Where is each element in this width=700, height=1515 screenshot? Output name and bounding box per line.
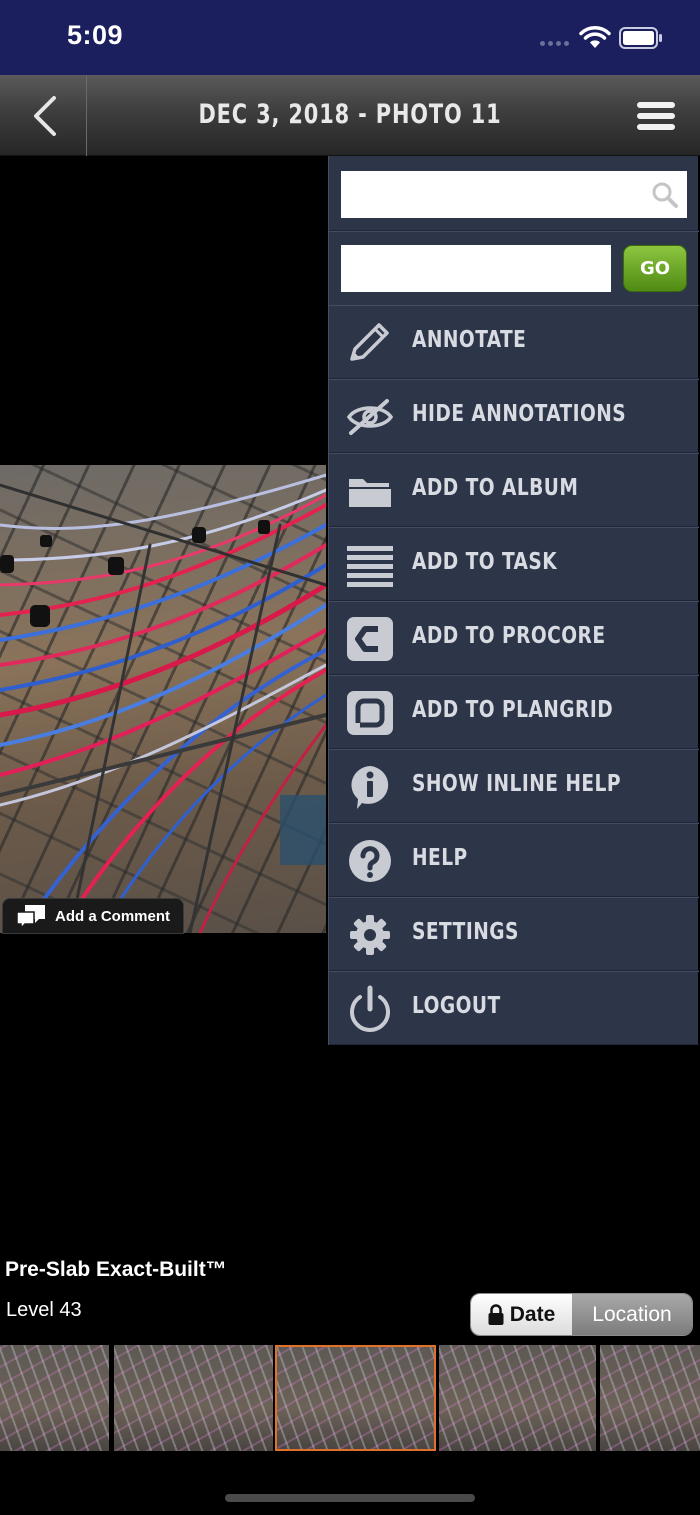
menu-item-label: ADD TO PROCORE	[412, 623, 606, 649]
battery-icon	[619, 27, 662, 49]
menu-item-settings[interactable]: SETTINGS	[329, 897, 699, 971]
cellular-signal-icon	[540, 41, 569, 46]
menu-item-label: ANNOTATE	[412, 327, 527, 353]
menu-item-help[interactable]: HELP	[329, 823, 699, 897]
status-bar: 5:09	[0, 0, 700, 75]
photo-set-level: Level 43	[6, 1299, 82, 1321]
thumbnail-strip[interactable]	[0, 1345, 700, 1451]
conduit-photo	[0, 473, 326, 933]
home-indicator[interactable]	[225, 1494, 475, 1502]
sort-date-button[interactable]: Date	[471, 1294, 572, 1335]
menu-item-label: ADD TO ALBUM	[412, 475, 579, 501]
search-icon	[652, 182, 678, 208]
menu-item-hide-annotations[interactable]: HIDE ANNOTATIONS	[329, 379, 699, 453]
menu-item-add-to-album[interactable]: ADD TO ALBUM	[329, 453, 699, 527]
menu-item-label: SHOW INLINE HELP	[412, 771, 621, 797]
add-comment-button[interactable]: Add a Comment	[2, 898, 184, 934]
menu-item-label: LOGOUT	[412, 993, 501, 1019]
lock-icon	[488, 1303, 504, 1325]
photo-thumbnail[interactable]	[0, 1345, 109, 1451]
photo-set-title: Pre-Slab Exact-Built™	[5, 1258, 227, 1281]
wifi-icon	[579, 26, 611, 48]
menu-item-logout[interactable]: LOGOUT	[329, 971, 699, 1045]
go-input-field[interactable]	[341, 245, 611, 292]
info-bubble-icon	[351, 766, 389, 809]
procore-icon	[347, 617, 393, 661]
menu-item-label: SETTINGS	[412, 919, 519, 945]
plangrid-icon	[347, 691, 393, 735]
search-input[interactable]	[341, 171, 687, 218]
menu-item-add-to-procore[interactable]: ADD TO PROCORE	[329, 601, 699, 675]
add-comment-label: Add a Comment	[55, 907, 171, 925]
list-lines-icon	[347, 546, 393, 587]
photo-thumbnail[interactable]	[600, 1345, 700, 1451]
eye-slash-icon	[346, 399, 394, 435]
photo-thumbnail-selected[interactable]	[275, 1345, 436, 1451]
sort-date-label: Date	[509, 1302, 556, 1326]
menu-item-add-to-plangrid[interactable]: ADD TO PLANGRID	[329, 675, 699, 749]
menu-item-add-to-task[interactable]: ADD TO TASK	[329, 527, 699, 601]
photo-thumbnail[interactable]	[114, 1345, 273, 1451]
folder-icon	[349, 479, 391, 507]
photo-thumbnail[interactable]	[439, 1345, 596, 1451]
hamburger-menu-button[interactable]	[630, 98, 682, 134]
go-button[interactable]: GO	[623, 245, 687, 292]
photo-view[interactable]	[0, 465, 326, 933]
sort-location-button[interactable]: Location	[572, 1294, 692, 1335]
actions-menu: GO ANNOTATE HIDE ANNOTATIONS ADD TO ALBU…	[328, 156, 699, 1045]
menu-divider	[329, 230, 699, 232]
menu-item-annotate[interactable]: ANNOTATE	[329, 305, 699, 379]
gear-icon	[350, 915, 390, 955]
pencil-icon	[350, 323, 389, 361]
menu-item-label: HELP	[412, 845, 468, 871]
comment-bubbles-icon	[16, 905, 45, 929]
chevron-left-icon	[34, 96, 56, 136]
status-time: 5:09	[67, 20, 124, 50]
sort-segmented-control: Date Location	[470, 1293, 693, 1336]
menu-item-label: ADD TO PLANGRID	[412, 697, 614, 723]
nav-bar: DEC 3, 2018 - PHOTO 11	[0, 75, 700, 156]
page-title: DEC 3, 2018 - PHOTO 11	[198, 99, 502, 130]
power-icon	[350, 985, 390, 1032]
menu-item-label: HIDE ANNOTATIONS	[412, 401, 627, 427]
menu-item-show-inline-help[interactable]: SHOW INLINE HELP	[329, 749, 699, 823]
back-button[interactable]	[0, 75, 87, 156]
menu-item-label: ADD TO TASK	[412, 549, 558, 575]
question-icon	[349, 840, 391, 882]
